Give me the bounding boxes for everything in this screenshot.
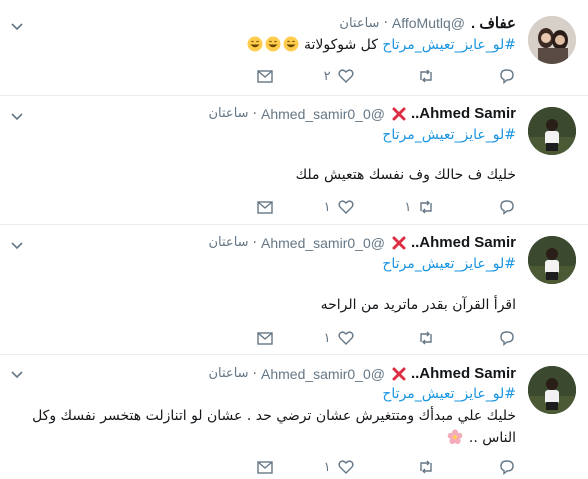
tweet[interactable]: Ahmed Samir.. @Ahmed_samir0_0 · ساعتان #… (0, 96, 588, 225)
direct-message-button[interactable] (254, 198, 274, 216)
avatar[interactable] (528, 366, 576, 414)
tweet-actions: ٢ (254, 66, 516, 86)
tweet-header: Ahmed Samir.. @Ahmed_samir0_0 · ساعتان (209, 234, 517, 251)
like-count: ١ (323, 330, 331, 346)
grinning-emoji-icon (265, 36, 280, 52)
tweet[interactable]: عفاف . @AffoMutlq · ساعتان #لو_عايز_تعيش… (0, 0, 588, 96)
reply-button[interactable] (456, 458, 516, 476)
like-button[interactable]: ١ (295, 198, 355, 216)
user-name[interactable]: عفاف . (471, 14, 516, 32)
retweet-icon (420, 200, 433, 214)
user-name[interactable]: Ahmed Samir.. (411, 105, 516, 122)
like-icon (338, 331, 354, 345)
hashtag-link[interactable]: #لو_عايز_تعيش_مرتاح (382, 127, 516, 143)
grinning-emoji-icon (247, 36, 262, 52)
retweet-icon (420, 69, 433, 83)
hashtag-link[interactable]: #لو_عايز_تعيش_مرتاح (382, 256, 516, 272)
chevron-down-icon[interactable] (10, 368, 24, 382)
reply-icon (500, 200, 514, 215)
user-handle[interactable]: @Ahmed_samir0_0 (261, 366, 385, 382)
user-handle[interactable]: @Ahmed_samir0_0 (261, 235, 385, 251)
grinning-emoji-icon (283, 36, 298, 52)
cross-mark-icon (392, 367, 406, 380)
like-icon (338, 69, 354, 83)
blossom-emoji-icon (448, 429, 463, 444)
reply-button[interactable] (456, 67, 516, 85)
retweet-button[interactable] (375, 67, 435, 85)
separator-dot: · (252, 234, 257, 251)
tweet-text: كل شوكولاتة (303, 37, 378, 53)
message-icon (257, 201, 273, 214)
timestamp[interactable]: ساعتان (209, 106, 249, 121)
separator-dot: · (252, 365, 257, 382)
like-button[interactable]: ١ (295, 329, 355, 347)
avatar[interactable] (528, 107, 576, 155)
like-icon (338, 200, 354, 214)
tweet-text: اقرأ القرآن بقدر ماتريد من الراحه (320, 297, 516, 313)
timestamp[interactable]: ساعتان (209, 366, 249, 381)
tweet[interactable]: Ahmed Samir.. @Ahmed_samir0_0 · ساعتان #… (0, 355, 588, 479)
tweet-header: Ahmed Samir.. @Ahmed_samir0_0 · ساعتان (209, 365, 517, 382)
like-count: ١ (323, 459, 331, 475)
chevron-down-icon[interactable] (10, 110, 24, 124)
reply-button[interactable] (456, 329, 516, 347)
reply-icon (500, 460, 514, 475)
tweet-text: خليك ف حالك وف نفسك هتعيش ملك (295, 167, 516, 183)
retweet-icon (420, 331, 433, 345)
message-icon (257, 332, 273, 345)
tweet-text-line: #لو_عايز_تعيش_مرتاح كل شوكولاتة (246, 36, 516, 53)
separator-dot: · (252, 105, 257, 122)
retweet-button[interactable]: ١ (375, 198, 435, 216)
user-handle[interactable]: @Ahmed_samir0_0 (261, 106, 385, 122)
like-count: ١ (323, 199, 331, 215)
like-button[interactable]: ٢ (295, 67, 355, 85)
reply-icon (500, 69, 514, 84)
tweet[interactable]: Ahmed Samir.. @Ahmed_samir0_0 · ساعتان #… (0, 225, 588, 355)
tweet-header: Ahmed Samir.. @Ahmed_samir0_0 · ساعتان (209, 105, 517, 122)
user-handle[interactable]: @AffoMutlq (392, 15, 465, 31)
reply-icon (500, 331, 514, 346)
like-count: ٢ (323, 68, 331, 84)
chevron-down-icon[interactable] (10, 20, 24, 34)
like-icon (338, 460, 354, 474)
like-button[interactable]: ١ (295, 458, 355, 476)
direct-message-button[interactable] (254, 329, 274, 347)
tweet-actions: ١ (254, 328, 516, 348)
tweet-text: خليك علي مبدأك ومتتغيرش عشان ترضي حد . ع… (16, 405, 516, 449)
hashtag-link[interactable]: #لو_عايز_تعيش_مرتاح (382, 386, 516, 402)
direct-message-button[interactable] (254, 67, 274, 85)
separator-dot: · (383, 15, 388, 31)
retweet-icon (420, 460, 433, 474)
tweet-actions: ١ ١ (254, 197, 516, 217)
cross-mark-icon (392, 107, 406, 120)
retweet-count: ١ (404, 199, 412, 215)
retweet-button[interactable] (375, 329, 435, 347)
tweet-header: عفاف . @AffoMutlq · ساعتان (339, 14, 516, 32)
user-name[interactable]: Ahmed Samir.. (411, 365, 516, 382)
hashtag-link[interactable]: #لو_عايز_تعيش_مرتاح (382, 37, 516, 53)
avatar[interactable] (528, 16, 576, 64)
message-icon (257, 461, 273, 474)
message-icon (257, 70, 273, 83)
direct-message-button[interactable] (254, 458, 274, 476)
tweet-actions: ١ (254, 457, 516, 477)
retweet-button[interactable] (375, 458, 435, 476)
reply-button[interactable] (456, 198, 516, 216)
avatar[interactable] (528, 236, 576, 284)
timestamp[interactable]: ساعتان (339, 16, 379, 31)
chevron-down-icon[interactable] (10, 239, 24, 253)
tweet-text-content: خليك علي مبدأك ومتتغيرش عشان ترضي حد . ع… (32, 408, 516, 446)
timestamp[interactable]: ساعتان (209, 235, 249, 250)
user-name[interactable]: Ahmed Samir.. (411, 234, 516, 251)
cross-mark-icon (392, 236, 406, 249)
